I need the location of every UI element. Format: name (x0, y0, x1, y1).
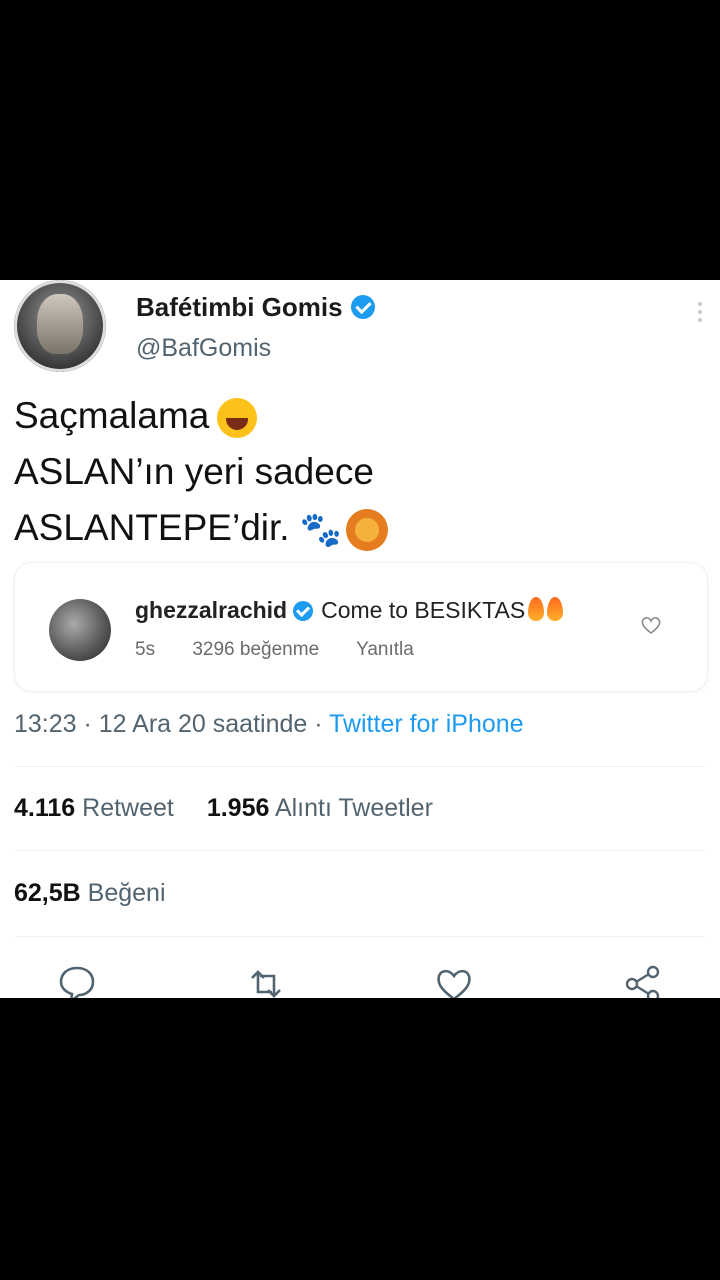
author-avatar[interactable] (14, 280, 106, 372)
reply-username[interactable]: ghezzalrachid (135, 597, 287, 623)
likes-stats[interactable]: 62,5B Beğeni (14, 879, 166, 908)
author-handle[interactable]: @BafGomis (136, 334, 271, 363)
reply-meta: 5s 3296 beğenme Yanıtla (135, 639, 446, 661)
reply-time: 5s (135, 639, 156, 660)
reply-icon[interactable] (57, 964, 97, 998)
retweet-stats: 4.116 Retweet 1.956 Alıntı Tweetler (14, 794, 433, 823)
lion-emoji-icon (345, 509, 388, 552)
quote-count-link[interactable]: 1.956 Alıntı Tweetler (207, 794, 433, 822)
tweet-timestamp: 13:23 · 12 Ara 20 saatinde · Twitter for… (14, 710, 524, 739)
heart-icon[interactable] (639, 613, 663, 637)
paw-prints-emoji-icon: 🐾 (299, 511, 342, 550)
likes-count: 62,5B (14, 879, 81, 907)
divider (14, 936, 706, 937)
quote-label: Alıntı Tweetler (274, 794, 433, 822)
like-icon[interactable] (434, 964, 474, 998)
reply-header: ghezzalrachid Come to BESIKTAS (135, 597, 564, 624)
divider (14, 850, 706, 851)
retweet-count: 4.116 (14, 794, 76, 822)
fire-emoji-icon (528, 597, 545, 621)
author-name[interactable]: Bafétimbi Gomis (136, 292, 343, 322)
tweet-text: Saçmalama ASLAN’ın yeri sadece ASLANTEPE… (14, 388, 388, 558)
reply-likes[interactable]: 3296 beğenme (192, 639, 319, 660)
reply-button[interactable]: Yanıtla (356, 639, 414, 660)
divider (14, 766, 706, 767)
tweet-line-3: ASLANTEPE’dir. (14, 507, 290, 548)
laughing-emoji-icon (217, 398, 258, 439)
tweet-panel: Bafétimbi Gomis @BafGomis Saçmalama ASLA… (0, 280, 720, 998)
fire-emoji-icon (547, 597, 564, 621)
more-icon[interactable] (690, 298, 710, 328)
tweet-time-date: 13:23 · 12 Ara 20 saatinde · (14, 710, 330, 738)
share-icon[interactable] (623, 964, 663, 998)
verified-icon (350, 295, 375, 319)
retweet-count-link[interactable]: 4.116 Retweet (14, 794, 174, 822)
tweet-line-1: Saçmalama (14, 395, 210, 436)
retweet-icon[interactable] (246, 964, 286, 998)
likes-label: Beğeni (87, 879, 166, 907)
action-bar (0, 958, 720, 998)
reply-card: ghezzalrachid Come to BESIKTAS 5s 3296 be… (14, 562, 708, 692)
verified-icon (293, 601, 314, 621)
tweet-line-2: ASLAN’ın yeri sadece (14, 451, 374, 492)
author-name-row[interactable]: Bafétimbi Gomis (136, 292, 375, 323)
retweet-label: Retweet (82, 794, 174, 822)
quote-count: 1.956 (206, 794, 270, 822)
reply-text: Come to BESIKTAS (321, 597, 526, 623)
reply-avatar[interactable] (49, 599, 111, 661)
tweet-source-link[interactable]: Twitter for iPhone (329, 710, 524, 738)
